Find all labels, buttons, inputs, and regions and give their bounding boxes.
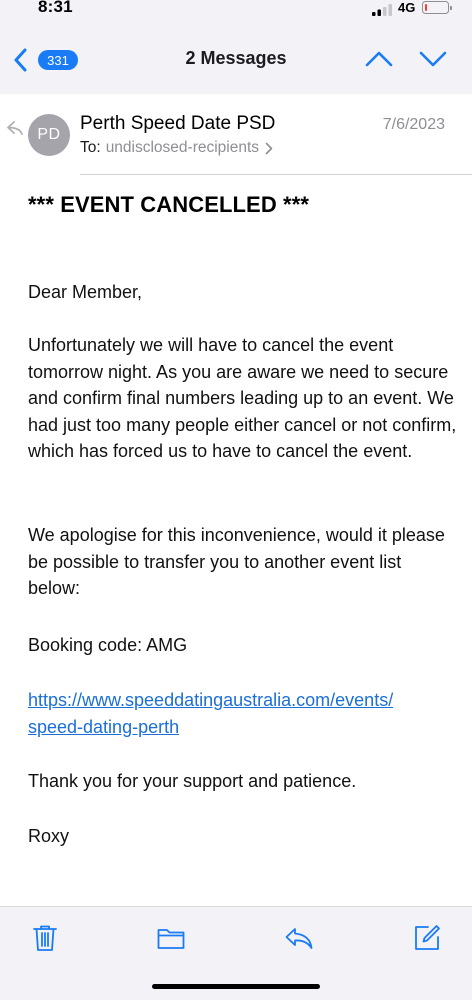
- message-headline: *** EVENT CANCELLED ***: [28, 192, 310, 217]
- signal-strength-icon: [372, 4, 392, 16]
- chevron-left-icon: [14, 48, 27, 72]
- status-bar: 8:31 4G: [0, 0, 472, 22]
- reply-icon[interactable]: [284, 923, 314, 953]
- chevron-up-icon[interactable]: [364, 48, 394, 70]
- greeting: Dear Member,: [28, 282, 143, 302]
- compose-icon[interactable]: [412, 923, 442, 953]
- trash-icon[interactable]: [30, 923, 60, 953]
- chevron-down-icon[interactable]: [418, 48, 448, 70]
- chevron-right-icon: [265, 142, 273, 154]
- network-type: 4G: [398, 0, 416, 15]
- folder-icon[interactable]: [156, 923, 186, 953]
- home-indicator[interactable]: [152, 984, 320, 989]
- navigation-bar: 331 2 Messages: [0, 22, 472, 94]
- booking-code: Booking code: AMG: [28, 635, 188, 655]
- thanks-line: Thank you for your support and patience.: [28, 771, 357, 791]
- event-link-line-1[interactable]: https://www.speeddatingaustralia.com/eve…: [28, 690, 393, 710]
- unread-count-badge: 331: [38, 50, 78, 70]
- header-divider: [80, 174, 472, 175]
- body-paragraph-1: Unfortunately we will have to cancel the…: [28, 335, 457, 461]
- replied-indicator-icon: [7, 121, 23, 135]
- message-date: 7/6/2023: [382, 116, 445, 133]
- body-paragraph-2: We apologise for this inconvenience, wou…: [28, 525, 445, 598]
- sender-avatar[interactable]: PD: [28, 114, 70, 156]
- sender-name[interactable]: Perth Speed Date PSD: [80, 113, 275, 135]
- battery-icon: [422, 1, 452, 14]
- to-label: To:: [80, 139, 101, 156]
- status-time: 8:31: [38, 0, 73, 16]
- recipients-value: undisclosed-recipients: [105, 139, 260, 156]
- recipients-line[interactable]: To: undisclosed-recipients: [80, 139, 273, 157]
- event-link[interactable]: https://www.speeddatingaustralia.com/eve…: [28, 687, 458, 740]
- back-to-mailbox-button[interactable]: 331: [12, 48, 78, 72]
- signature: Roxy: [28, 826, 70, 846]
- event-link-line-2[interactable]: speed-dating-perth: [28, 717, 179, 737]
